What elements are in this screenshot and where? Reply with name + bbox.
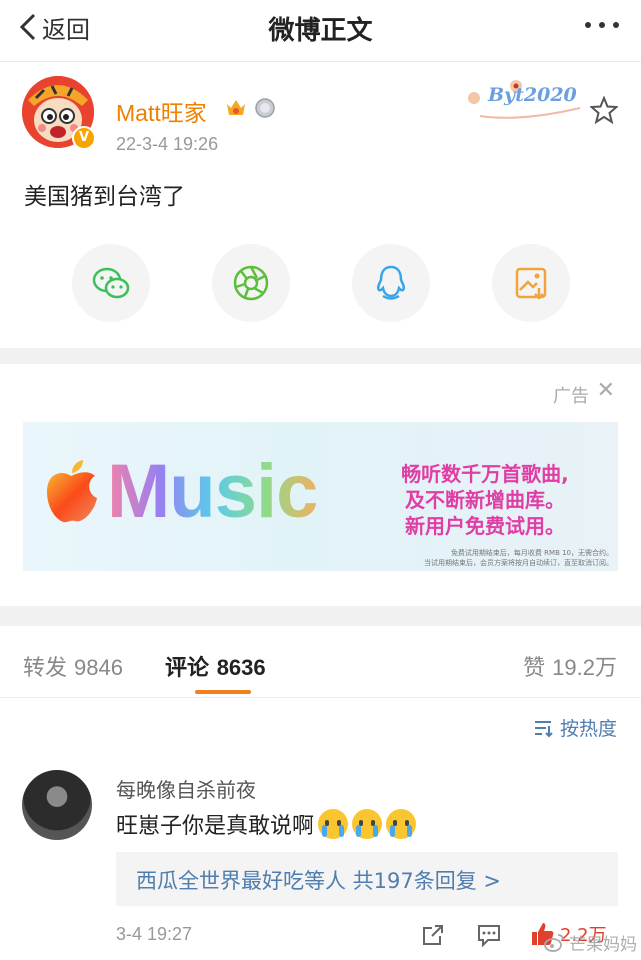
share-comment-icon[interactable]	[420, 922, 446, 948]
share-qq-button[interactable]	[352, 244, 430, 322]
commenter-avatar[interactable]	[22, 770, 92, 840]
ad-fine-print-2: 当试用期结束后，会员方案将按月自动续订，直至取消订阅。	[424, 559, 613, 567]
ad-fine-print-1: 免费试用期结束后，每月收费 RMB 10，无需合约。	[450, 549, 613, 557]
sort-label: 按热度	[559, 718, 617, 740]
weibo-logo-icon	[544, 933, 564, 952]
comment-text: 旺崽子你是真敢说啊	[116, 814, 315, 839]
post-time: 22-3-4 19:26	[116, 134, 219, 154]
wechat-icon	[92, 267, 130, 299]
qq-penguin-icon	[376, 265, 406, 300]
sort-icon	[534, 720, 553, 737]
crying-laughing-emoji-icon	[352, 809, 383, 839]
save-image-button[interactable]	[492, 244, 570, 322]
watermark: 芒果妈妈	[543, 930, 637, 955]
page-title: 微博正文	[268, 16, 373, 46]
aperture-icon	[233, 265, 269, 301]
watermark-text: 芒果妈妈	[569, 935, 637, 955]
verified-badge-icon: V	[72, 126, 96, 150]
crown-medal-icon	[227, 100, 245, 115]
comment-content: 旺崽子你是真敢说啊	[116, 808, 417, 840]
ad-label: 广告	[553, 386, 589, 407]
ad-banner[interactable]: Music 畅听数千万首歌曲, 及不断新增曲库。 新用户免费试用。 免费试用期结…	[23, 422, 618, 571]
crying-laughing-emoji-icon	[318, 809, 349, 839]
interaction-tabs: 转发 9846 评论 8636 赞 19.2万	[0, 626, 641, 698]
ad-promo-line-3: 新用户免费试用。	[405, 514, 565, 538]
more-options-button[interactable]	[585, 22, 619, 28]
ad-close-icon[interactable]: ✕	[597, 378, 615, 403]
ad-promo-line-2: 及不断新增曲库。	[405, 488, 565, 512]
tab-like[interactable]: 赞 19.2万	[523, 650, 617, 682]
star-favorite-icon[interactable]	[590, 96, 618, 124]
tab-repost[interactable]: 转发 9846	[23, 650, 123, 682]
avatar[interactable]: V	[22, 76, 96, 150]
tab-comment[interactable]: 评论 8636	[165, 650, 266, 682]
ad-card: 广告 ✕ Music 畅听数千万首歌曲, 及不断新增曲库。 新用户免费试用。 免…	[0, 364, 641, 606]
ad-brand-text: Music	[107, 449, 318, 534]
apple-logo-icon	[47, 460, 97, 523]
reply-comment-icon[interactable]	[476, 922, 502, 948]
more-icon	[585, 22, 591, 28]
sort-by-hot-button[interactable]: 按热度	[532, 714, 617, 741]
section-divider	[0, 606, 641, 626]
post-username[interactable]: Matt旺家	[116, 94, 207, 128]
commenter-name[interactable]: 每晚像自杀前夜	[116, 774, 256, 803]
weibo-post: V Matt旺家 22-3-4 19:26 Byt2020 美国猪到台湾了	[0, 62, 641, 348]
section-divider	[0, 348, 641, 364]
replies-summary-text: 西瓜全世界最好吃等人 共197条回复 >	[136, 869, 502, 893]
share-moments-button[interactable]	[212, 244, 290, 322]
share-wechat-button[interactable]	[72, 244, 150, 322]
card-badge-text: Byt2020	[488, 84, 577, 106]
image-download-icon	[515, 267, 547, 300]
crying-laughing-emoji-icon	[386, 809, 417, 839]
silver-medal-icon	[255, 98, 275, 118]
replies-summary[interactable]: 西瓜全世界最好吃等人 共197条回复 >	[116, 852, 618, 906]
post-content: 美国猪到台湾了	[24, 184, 185, 210]
comment-time: 3-4 19:27	[116, 924, 193, 944]
top-nav-bar: 返回 微博正文	[0, 0, 641, 62]
ad-promo-line-1: 畅听数千万首歌曲,	[401, 462, 569, 486]
active-tab-indicator	[195, 690, 251, 694]
